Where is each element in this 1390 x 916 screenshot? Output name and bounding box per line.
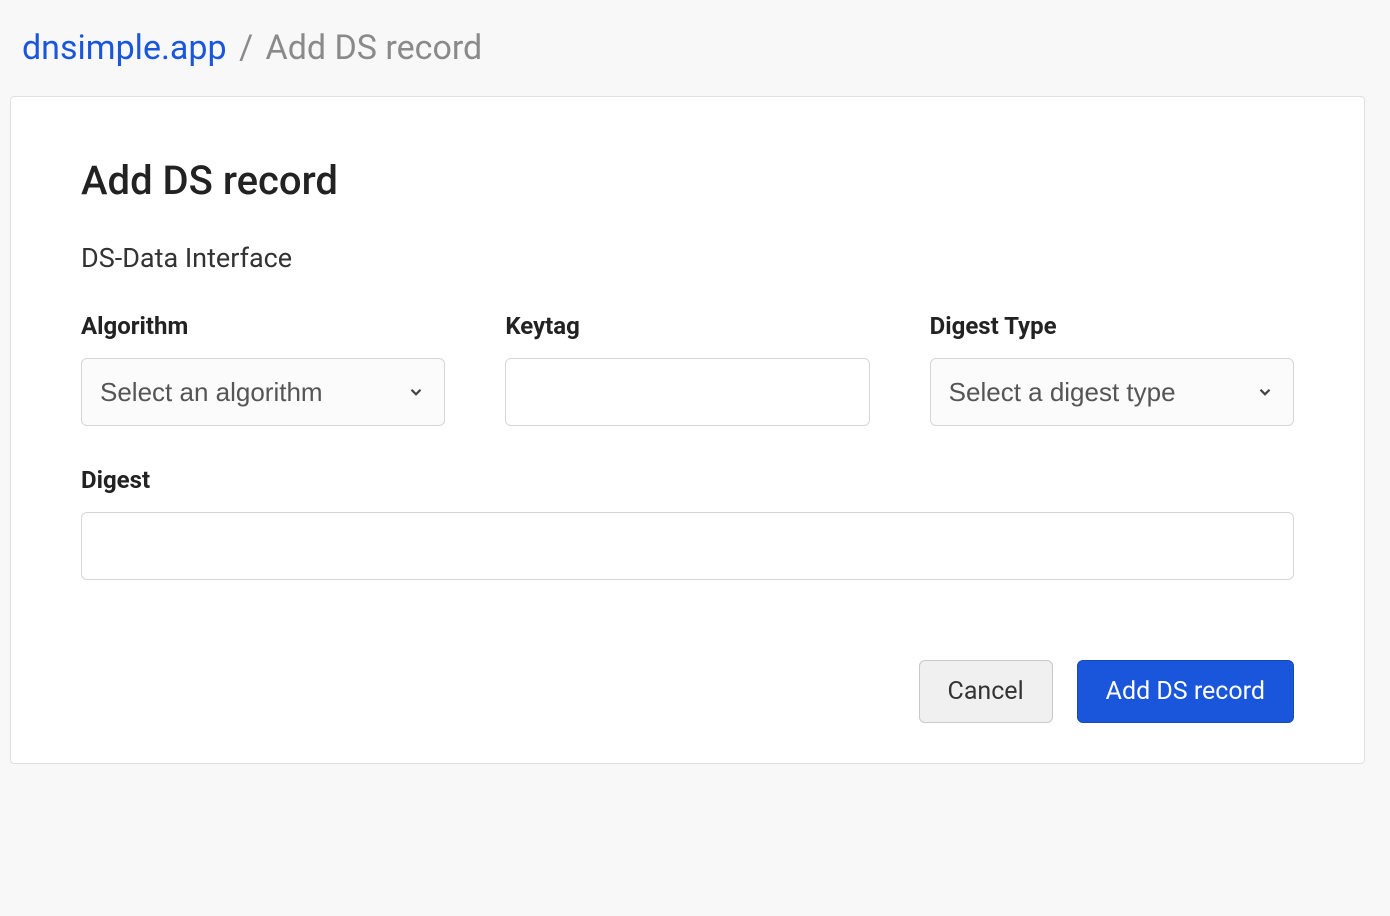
algorithm-select[interactable]: Select an algorithm (81, 358, 445, 426)
page-subtitle: DS-Data Interface (81, 242, 1294, 274)
cancel-button[interactable]: Cancel (919, 660, 1053, 723)
breadcrumb-domain-link[interactable]: dnsimple.app (22, 28, 227, 68)
digest-group: Digest (81, 466, 1294, 580)
digest-type-select[interactable]: Select a digest type (930, 358, 1294, 426)
button-row: Cancel Add DS record (81, 660, 1294, 723)
algorithm-label: Algorithm (81, 312, 445, 340)
digest-input[interactable] (81, 512, 1294, 580)
keytag-group: Keytag (505, 312, 869, 426)
algorithm-group: Algorithm Select an algorithm (81, 312, 445, 426)
digest-type-group: Digest Type Select a digest type (930, 312, 1294, 426)
form-row-top: Algorithm Select an algorithm Keytag Dig… (81, 312, 1294, 426)
keytag-input[interactable] (505, 358, 869, 426)
breadcrumb-separator: / (239, 28, 253, 68)
keytag-label: Keytag (505, 312, 869, 340)
breadcrumb: dnsimple.app / Add DS record (0, 0, 1390, 96)
form-card: Add DS record DS-Data Interface Algorith… (10, 96, 1365, 764)
digest-type-label: Digest Type (930, 312, 1294, 340)
submit-button[interactable]: Add DS record (1077, 660, 1294, 723)
digest-label: Digest (81, 466, 1294, 494)
breadcrumb-current: Add DS record (266, 28, 483, 68)
page-title: Add DS record (81, 157, 1294, 204)
